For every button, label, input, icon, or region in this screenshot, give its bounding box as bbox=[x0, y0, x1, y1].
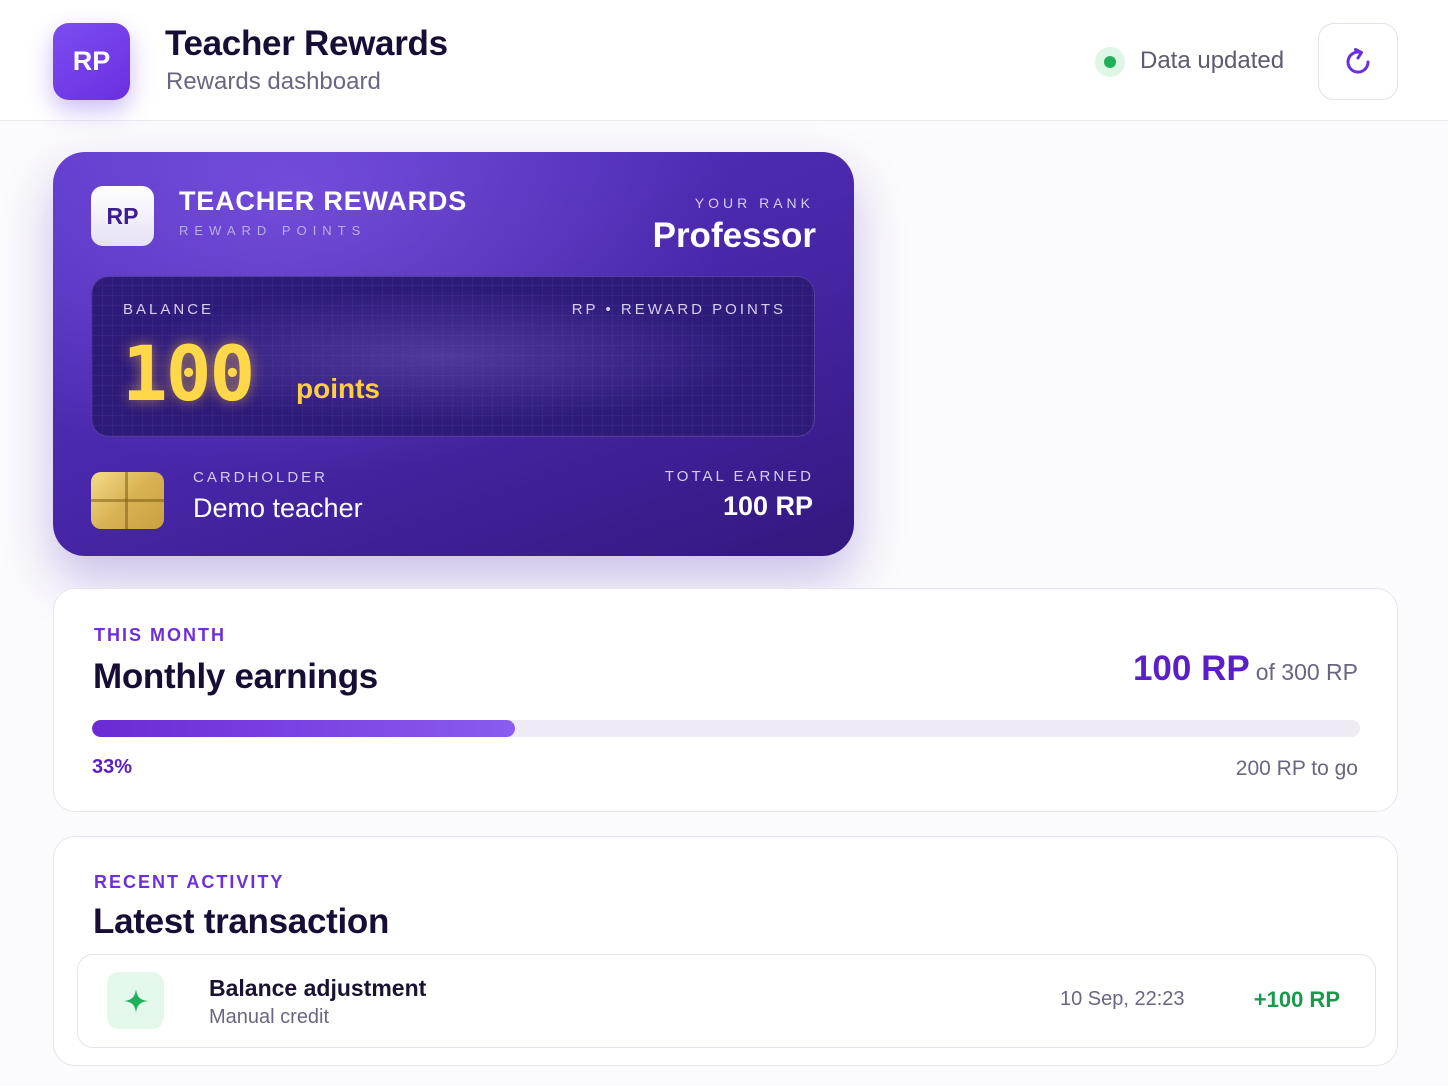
sparkle-icon bbox=[107, 972, 164, 1029]
status-text: Data updated bbox=[1140, 47, 1285, 74]
rank-label: YOUR RANK bbox=[694, 195, 814, 211]
rank-value: Professor bbox=[652, 216, 816, 255]
status-dot-icon bbox=[1095, 47, 1125, 77]
activity-eyebrow: RECENT ACTIVITY bbox=[94, 872, 285, 892]
balance-panel: BALANCE RP • REWARD POINTS 100 points bbox=[91, 276, 815, 437]
progress-percent: 33% bbox=[92, 756, 133, 778]
transaction-amount: +100 RP bbox=[1253, 987, 1340, 1012]
progress-remaining: 200 RP to go bbox=[1235, 757, 1358, 780]
transaction-title: Balance adjustment bbox=[209, 975, 427, 1001]
monthly-eyebrow: THIS MONTH bbox=[94, 625, 226, 645]
card-brand-subtitle: REWARD POINTS bbox=[179, 223, 367, 238]
balance-unit: RP • REWARD POINTS bbox=[571, 301, 786, 318]
reward-card: RP TEACHER REWARDS REWARD POINTS YOUR RA… bbox=[53, 152, 854, 556]
app-title: Teacher Rewards bbox=[165, 24, 448, 63]
app-header: RP Teacher Rewards Rewards dashboard Dat… bbox=[0, 0, 1448, 121]
card-brand: TEACHER REWARDS bbox=[179, 186, 468, 216]
card-logo: RP bbox=[91, 186, 154, 246]
transaction-subtitle: Manual credit bbox=[209, 1006, 330, 1028]
refresh-button[interactable] bbox=[1318, 23, 1398, 100]
monthly-goal-text: of 300 RP bbox=[1255, 659, 1358, 685]
card-chip-icon bbox=[91, 472, 164, 529]
balance-value: 100 bbox=[122, 329, 255, 418]
monthly-earned-value: 100 RP bbox=[1132, 649, 1250, 688]
recent-activity-panel: RECENT ACTIVITY Latest transaction Balan… bbox=[53, 836, 1398, 1066]
transaction-date: 10 Sep, 22:23 bbox=[1060, 988, 1185, 1010]
app-subtitle: Rewards dashboard bbox=[166, 68, 381, 95]
cardholder-name: Demo teacher bbox=[193, 493, 363, 523]
refresh-icon bbox=[1346, 47, 1370, 74]
transaction-row[interactable]: Balance adjustment Manual credit 10 Sep,… bbox=[77, 954, 1376, 1048]
monthly-value: 100 RP of 300 RP bbox=[1133, 649, 1358, 689]
monthly-progress-bar bbox=[92, 720, 1360, 737]
total-earned-label: TOTAL EARNED bbox=[664, 468, 814, 485]
balance-label: BALANCE bbox=[123, 301, 215, 318]
total-earned-value: 100 RP bbox=[722, 491, 813, 521]
monthly-progress-fill bbox=[92, 720, 515, 737]
app-logo: RP bbox=[53, 23, 130, 100]
monthly-earnings-panel: THIS MONTH Monthly earnings 100 RP of 300… bbox=[53, 588, 1398, 812]
activity-title: Latest transaction bbox=[93, 902, 390, 941]
monthly-title: Monthly earnings bbox=[93, 657, 378, 696]
cardholder-label: CARDHOLDER bbox=[193, 469, 329, 486]
balance-points-label: points bbox=[296, 373, 380, 404]
